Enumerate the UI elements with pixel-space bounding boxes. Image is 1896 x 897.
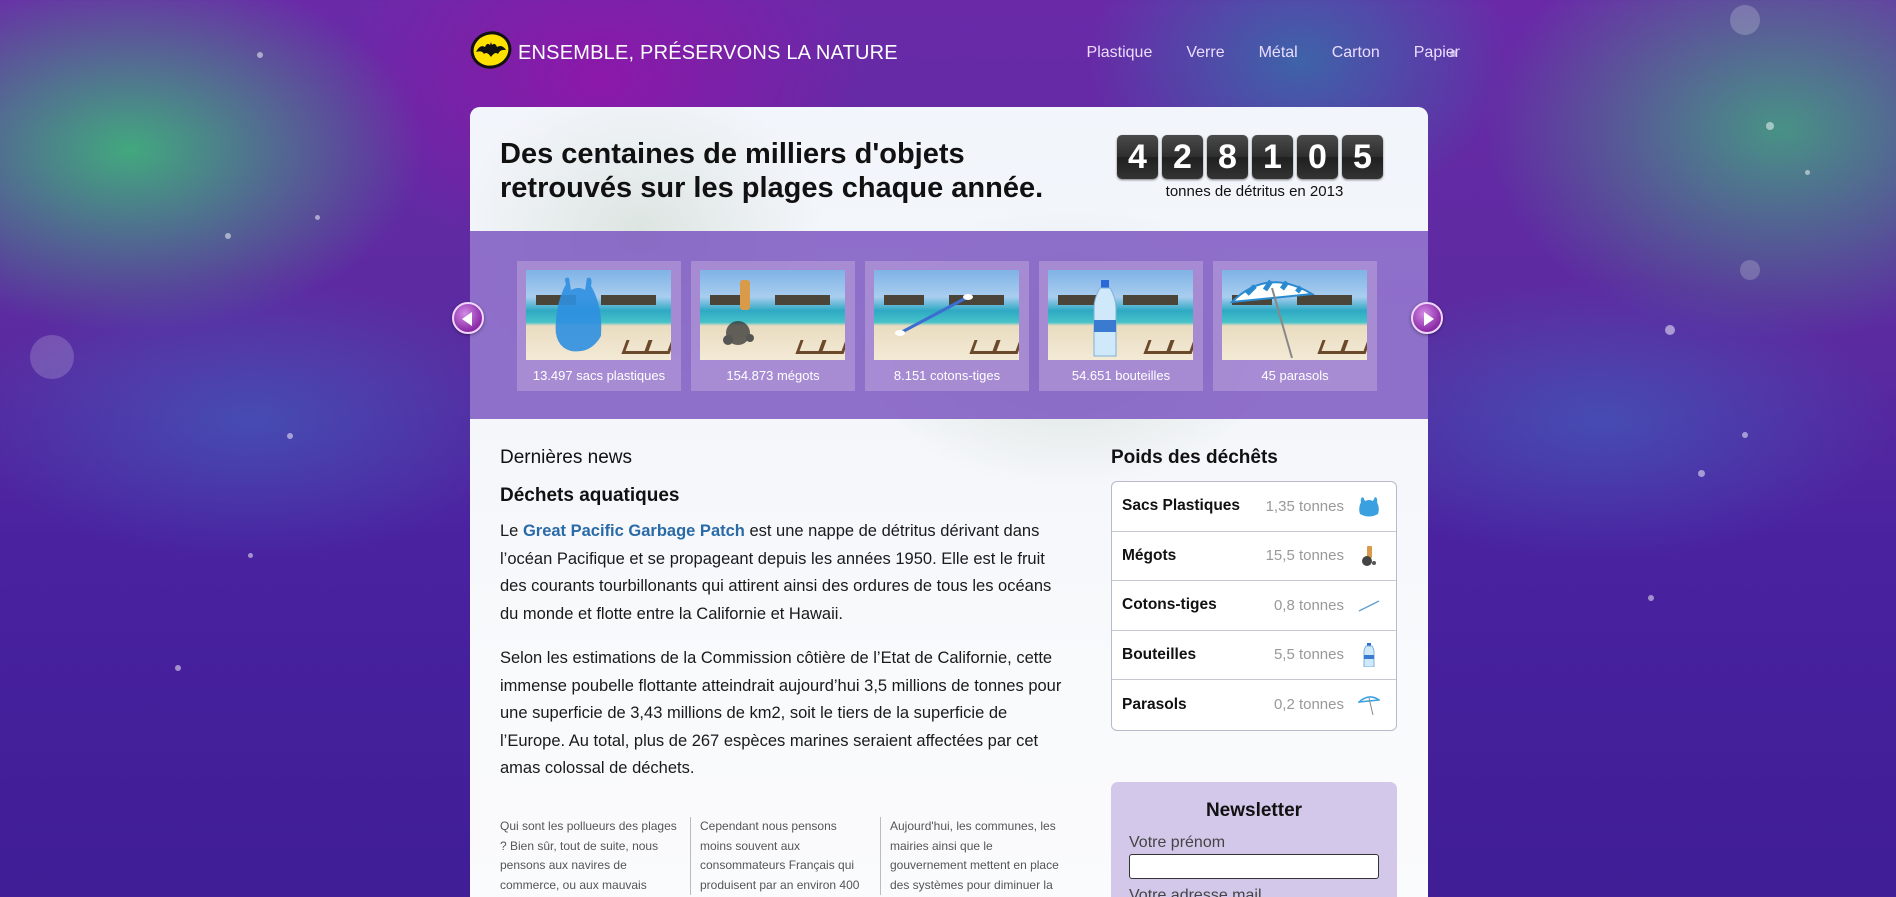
carousel-track: 13.497 sacs plastiques 154.873 mégots 8.…	[517, 261, 1377, 391]
plastic-bag-icon	[1359, 497, 1379, 517]
weights-row: Bouteilles 5,5 tonnes	[1112, 631, 1396, 680]
parasol-icon	[1358, 696, 1380, 715]
garbage-patch-link[interactable]: Great Pacific Garbage Patch	[523, 522, 745, 540]
carousel-card[interactable]: 154.873 mégots	[691, 261, 855, 391]
site-header: ENSEMBLE, PRÉSERVONS LA NATURE Plastique…	[470, 28, 1460, 78]
weights-row-value: 15,5 tonnes	[1265, 547, 1344, 565]
nav-metal[interactable]: Métal	[1259, 44, 1298, 62]
bat-logo-icon[interactable]	[470, 30, 512, 70]
news-heading: Dernières news	[500, 447, 632, 468]
beach-thumbnail	[526, 270, 671, 360]
weights-row-name: Cotons-tiges	[1122, 596, 1217, 614]
bottle-icon	[1093, 280, 1117, 357]
firstname-label: Votre prénom	[1129, 834, 1226, 851]
beach-thumbnail	[874, 270, 1019, 360]
page-headline: Des centaines de milliers d'objets retro…	[500, 138, 1044, 204]
counter-digit: 4	[1117, 135, 1158, 179]
carousel-card[interactable]: 13.497 sacs plastiques	[517, 261, 681, 391]
site-title: ENSEMBLE, PRÉSERVONS LA NATURE	[518, 42, 898, 64]
weights-table: Sacs Plastiques 1,35 tonnes Mégots 15,5 …	[1111, 481, 1397, 731]
email-label: Votre adresse mail	[1129, 887, 1262, 897]
newsletter-box: Newsletter Votre prénom Votre adresse ma…	[1111, 782, 1397, 897]
bottle-icon	[1363, 642, 1375, 667]
carousel-card[interactable]: 8.151 cotons-tiges	[865, 261, 1029, 391]
carousel-card-label: 13.497 sacs plastiques	[532, 368, 666, 383]
waste-counter: 4 2 8 1 0 5 tonnes de détritus en 2013	[1117, 135, 1392, 200]
weights-row-value: 5,5 tonnes	[1273, 646, 1344, 664]
carousel-card[interactable]: 45 parasols	[1213, 261, 1377, 391]
weights-row: Cotons-tiges 0,8 tonnes	[1112, 581, 1396, 631]
news-column: Aujourd'hui, les communes, les mairies a…	[880, 817, 1070, 895]
news-columns: Qui sont les pollueurs des plages ? Bien…	[500, 817, 1070, 895]
firstname-input[interactable]	[1129, 854, 1379, 879]
beach-thumbnail	[1222, 270, 1367, 360]
counter-caption: tonnes de détritus en 2013	[1165, 183, 1344, 200]
carousel-next-button[interactable]	[1411, 302, 1443, 334]
weights-row-value: 0,8 tonnes	[1273, 596, 1344, 614]
article-paragraph-2: Selon les estimations de la Commission c…	[500, 649, 1062, 777]
article-paragraph-1: Le Great Pacific Garbage Patch est une n…	[500, 518, 1070, 628]
parasol-icon	[1229, 279, 1316, 359]
article-text: Le	[500, 522, 523, 540]
weights-row: Sacs Plastiques 1,35 tonnes	[1112, 482, 1396, 532]
news-column: Qui sont les pollueurs des plages ? Bien…	[500, 819, 677, 892]
weights-row-name: Mégots	[1122, 546, 1177, 564]
counter-digit: 8	[1207, 135, 1248, 179]
plastic-bag-icon	[555, 277, 602, 352]
main-nav: Plastique Verre Métal Carton Papier	[1087, 44, 1460, 62]
nav-papier[interactable]: Papier	[1414, 44, 1460, 62]
nav-carton[interactable]: Carton	[1332, 44, 1380, 62]
counter-digit: 1	[1252, 135, 1293, 179]
weights-row-value: 0,2 tonnes	[1273, 696, 1344, 714]
nav-verre[interactable]: Verre	[1186, 44, 1224, 62]
weights-row-value: 1,35 tonnes	[1265, 497, 1344, 515]
main-panel: Des centaines de milliers d'objets retro…	[470, 107, 1428, 897]
counter-digit: 5	[1342, 135, 1383, 179]
carousel-card[interactable]: 54.651 bouteilles	[1039, 261, 1203, 391]
weights-row: Mégots 15,5 tonnes	[1112, 532, 1396, 581]
beach-thumbnail	[1048, 270, 1193, 360]
carousel-card-label: 54.651 bouteilles	[1071, 368, 1171, 383]
beach-thumbnail	[700, 270, 845, 360]
carousel-card-label: 154.873 mégots	[726, 368, 820, 383]
counter-digit: 0	[1297, 135, 1338, 179]
carousel-card-label: 45 parasols	[1261, 368, 1329, 383]
cigarette-butt-icon	[723, 280, 754, 345]
newsletter-title: Newsletter	[1205, 800, 1303, 821]
news-column: Cependant nous pensons moins souvent aux…	[690, 817, 880, 895]
cotton-swab-icon	[895, 294, 973, 336]
carousel: 13.497 sacs plastiques 154.873 mégots 8.…	[470, 231, 1428, 419]
weights-row-name: Sacs Plastiques	[1122, 497, 1241, 515]
cigarette-butt-icon	[1362, 545, 1376, 566]
article-title: Déchets aquatiques	[500, 485, 680, 506]
counter-digits: 4 2 8 1 0 5	[1117, 135, 1392, 179]
weights-row-name: Parasols	[1122, 695, 1187, 713]
weights-row-name: Bouteilles	[1122, 645, 1197, 663]
nav-plastique[interactable]: Plastique	[1087, 44, 1153, 62]
cotton-swab-icon	[1358, 600, 1380, 612]
counter-digit: 2	[1162, 135, 1203, 179]
carousel-prev-button[interactable]	[452, 302, 484, 334]
weights-row: Parasols 0,2 tonnes	[1112, 680, 1396, 730]
carousel-card-label: 8.151 cotons-tiges	[893, 368, 1001, 383]
weights-title: Poids des déchêts	[1111, 447, 1278, 468]
